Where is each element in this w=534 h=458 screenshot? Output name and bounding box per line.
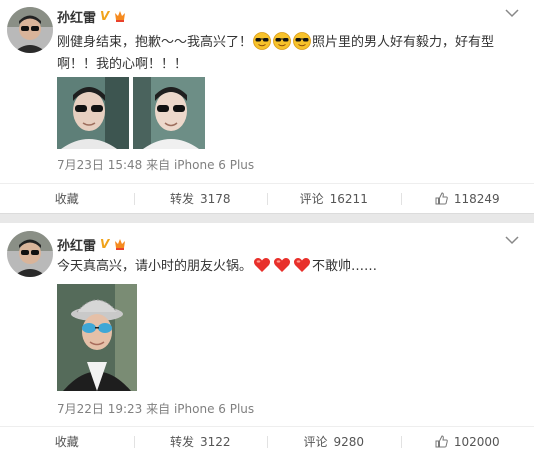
- post-text-part1: 刚健身结束，抱歉～～我高兴了！: [57, 35, 253, 50]
- author-name[interactable]: 孙红雷: [57, 7, 96, 26]
- comment-button[interactable]: 评论 16211: [267, 184, 401, 213]
- selfie-photo: [57, 77, 129, 149]
- post-meta: 7月23日 15:48 来自 iPhone 6 Plus: [57, 156, 254, 173]
- like-count: 102000: [453, 434, 500, 449]
- avatar-image: [7, 7, 53, 53]
- chevron-down-icon[interactable]: [504, 234, 520, 246]
- repost-count: 3178: [199, 191, 231, 206]
- avatar[interactable]: [7, 231, 53, 277]
- comment-count: 16211: [329, 191, 368, 206]
- post-text-part1: 今天真高兴，请小时的朋友火锅。: [57, 259, 253, 274]
- heart-emoji-icon: [253, 258, 271, 272]
- favorite-button[interactable]: 收藏: [0, 184, 134, 213]
- post-time[interactable]: 7月22日 19:23: [57, 402, 142, 416]
- vip-member-icon: [115, 11, 126, 22]
- weibo-post: 孙红雷 V 刚健身结束，抱歉～～我高兴了！ 照片里的男人好有毅力，好有型啊！！我…: [0, 0, 534, 213]
- avatar-image: [7, 231, 53, 277]
- verified-badge: V: [100, 9, 110, 23]
- repost-count: 3122: [199, 434, 231, 449]
- sunglasses-emoji-icon: [253, 32, 271, 50]
- like-count: 118249: [453, 191, 500, 206]
- vip-member-icon: [115, 239, 126, 250]
- heart-emoji-icon: [293, 258, 311, 272]
- post-text: 今天真高兴，请小时的朋友火锅。 不敢帅……: [57, 256, 519, 278]
- comment-label: 评论: [299, 192, 324, 206]
- favorite-button[interactable]: 收藏: [0, 427, 134, 456]
- sunglasses-emoji-icon: [273, 32, 291, 50]
- post-photo[interactable]: [133, 77, 205, 149]
- post-time[interactable]: 7月23日 15:48: [57, 158, 142, 172]
- post-photo[interactable]: [57, 77, 129, 149]
- comment-button[interactable]: 评论 9280: [267, 427, 401, 456]
- post-text-part2: 不敢帅……: [312, 259, 378, 274]
- post-photo[interactable]: [57, 284, 137, 391]
- action-bar: 收藏 转发 3178 评论 16211 118249: [0, 183, 534, 213]
- post-source[interactable]: 来自 iPhone 6 Plus: [146, 402, 254, 416]
- post-text: 刚健身结束，抱歉～～我高兴了！ 照片里的男人好有毅力，好有型啊！！我的心啊！！！: [57, 32, 519, 76]
- author-row: 孙红雷 V: [57, 7, 127, 26]
- action-bar: 收藏 转发 3122 评论 9280 102000: [0, 426, 534, 456]
- portrait-photo: [57, 284, 137, 391]
- comment-count: 9280: [333, 434, 365, 449]
- weibo-post: 孙红雷 V 今天真高兴，请小时的朋友火锅。 不敢帅…… 7月22日 19:23 …: [0, 223, 534, 458]
- author-name[interactable]: 孙红雷: [57, 235, 96, 254]
- repost-button[interactable]: 转发 3122: [133, 427, 268, 456]
- heart-emoji-icon: [273, 258, 291, 272]
- comment-label: 评论: [303, 435, 328, 449]
- author-row: 孙红雷 V: [57, 235, 127, 254]
- like-button[interactable]: 102000: [400, 427, 534, 456]
- repost-label: 转发: [169, 435, 194, 449]
- repost-button[interactable]: 转发 3178: [133, 184, 268, 213]
- sunglasses-emoji-icon: [293, 32, 311, 50]
- favorite-label: 收藏: [54, 435, 79, 449]
- selfie-photo: [133, 77, 205, 149]
- post-meta: 7月22日 19:23 来自 iPhone 6 Plus: [57, 400, 254, 417]
- favorite-label: 收藏: [54, 192, 79, 206]
- repost-label: 转发: [169, 192, 194, 206]
- thumbs-up-icon: [435, 435, 448, 448]
- like-button[interactable]: 118249: [400, 184, 534, 213]
- avatar[interactable]: [7, 7, 53, 53]
- chevron-down-icon[interactable]: [504, 7, 520, 19]
- thumbs-up-icon: [435, 192, 448, 205]
- post-separator: [0, 213, 534, 223]
- verified-badge: V: [100, 237, 110, 251]
- post-source[interactable]: 来自 iPhone 6 Plus: [146, 158, 254, 172]
